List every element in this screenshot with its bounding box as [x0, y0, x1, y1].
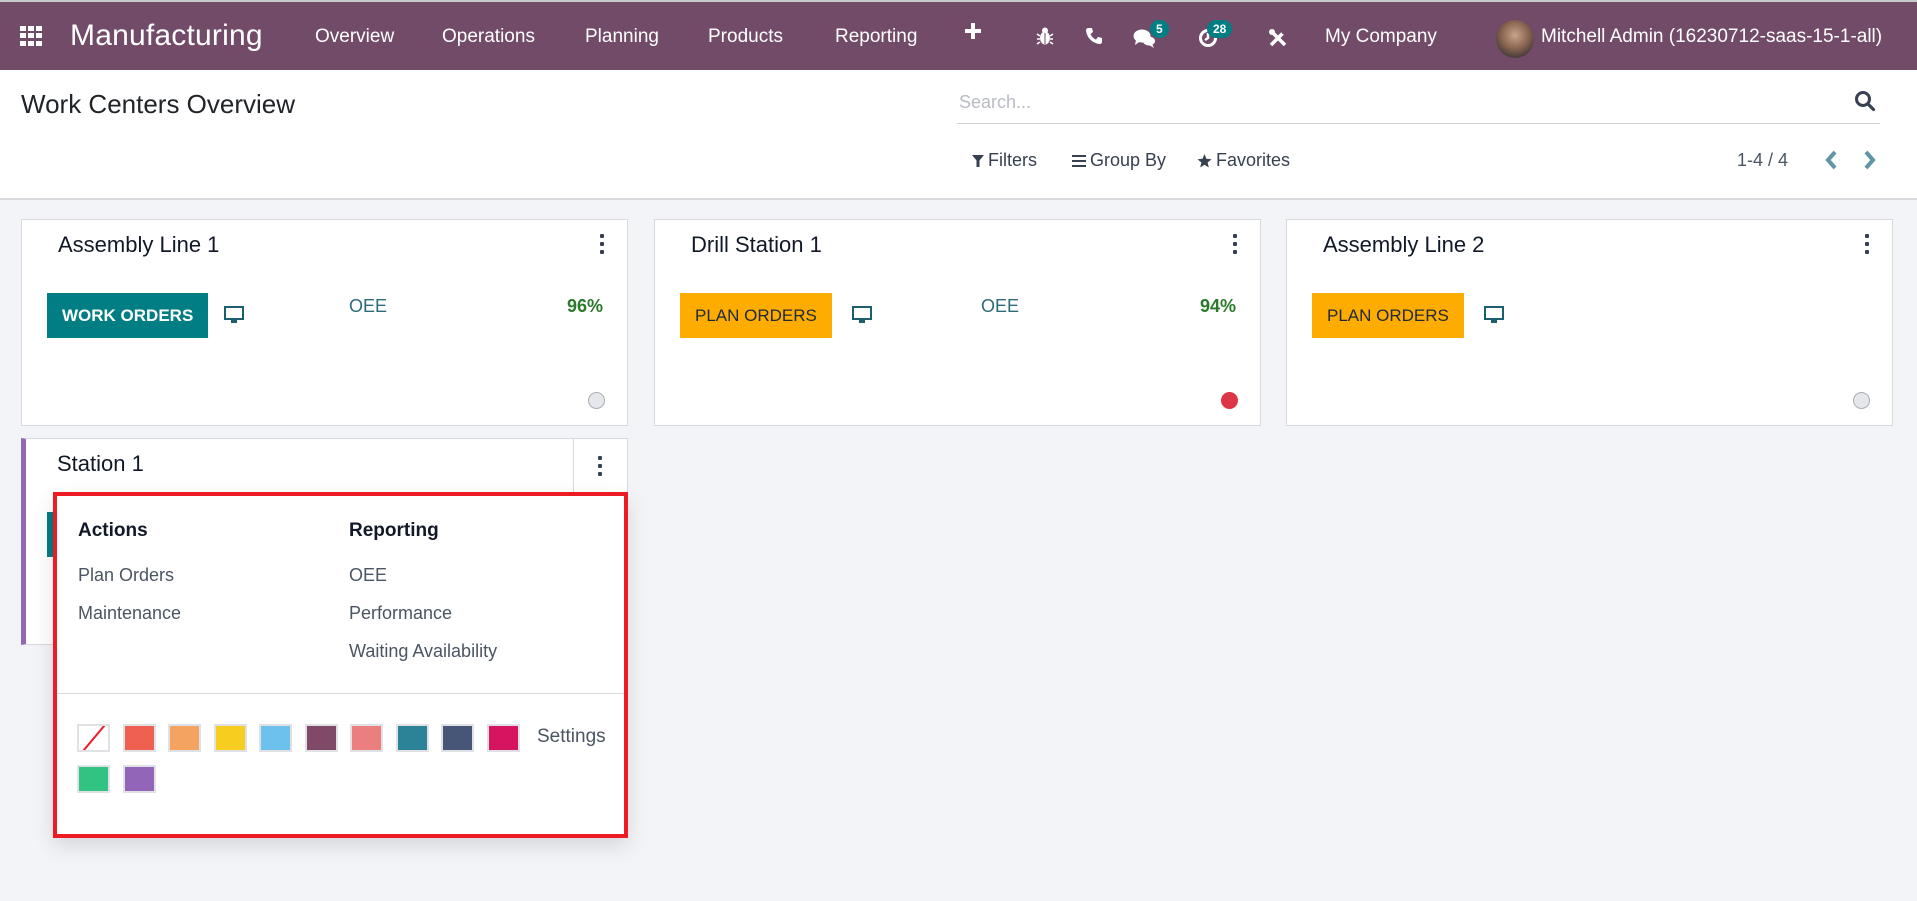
- status-indicator[interactable]: [1221, 392, 1238, 409]
- user-avatar[interactable]: [1496, 20, 1534, 58]
- plan-orders-button[interactable]: PLAN ORDERS: [1312, 293, 1464, 338]
- menu-item-plan-orders[interactable]: Plan Orders: [78, 564, 181, 602]
- menu-products[interactable]: Products: [708, 26, 783, 48]
- bug-icon[interactable]: [1036, 26, 1054, 52]
- color-swatch[interactable]: [77, 765, 110, 793]
- color-swatch[interactable]: [122, 765, 156, 793]
- dropdown-divider: [57, 693, 624, 694]
- star-icon: [1197, 153, 1212, 167]
- search-icon[interactable]: [1854, 90, 1876, 112]
- menu-planning[interactable]: Planning: [585, 26, 659, 48]
- reporting-section: Reporting OEE Performance Waiting Availa…: [349, 520, 497, 678]
- menu-item-maintenance[interactable]: Maintenance: [78, 602, 181, 640]
- menu-operations[interactable]: Operations: [442, 26, 535, 48]
- card-menu-icon[interactable]: [599, 234, 605, 254]
- card-menu-icon[interactable]: [1232, 234, 1238, 254]
- card-menu-icon[interactable]: [597, 456, 603, 476]
- page-title: Work Centers Overview: [21, 89, 296, 119]
- chevron-right-icon[interactable]: [1858, 145, 1882, 175]
- workcenter-card[interactable]: Assembly Line 2 PLAN ORDERS: [1286, 219, 1893, 426]
- search-bar: [957, 82, 1880, 124]
- color-swatch[interactable]: [441, 724, 474, 752]
- card-menu-icon[interactable]: [1864, 234, 1870, 254]
- color-swatch[interactable]: [395, 724, 429, 752]
- monitor-icon[interactable]: [1483, 304, 1505, 326]
- oee-label[interactable]: OEE: [349, 296, 387, 317]
- user-menu[interactable]: Mitchell Admin (16230712-saas-15-1-all): [1541, 26, 1882, 48]
- color-swatch[interactable]: [213, 724, 247, 752]
- reporting-header: Reporting: [349, 520, 439, 541]
- color-swatch[interactable]: [259, 724, 292, 752]
- filter-icon: [972, 154, 984, 167]
- status-indicator[interactable]: [588, 392, 605, 409]
- workcenter-name: Station 1: [57, 451, 144, 476]
- card-dropdown-menu: Actions Plan Orders Maintenance Reportin…: [53, 492, 628, 838]
- card-menu-toggle[interactable]: [573, 439, 627, 493]
- filters-button[interactable]: Filters: [972, 150, 1037, 171]
- group-by-button[interactable]: Group By: [1072, 150, 1166, 171]
- oee-value[interactable]: 96%: [567, 296, 603, 317]
- color-swatch[interactable]: [304, 724, 338, 752]
- plan-orders-button[interactable]: PLAN ORDERS: [680, 293, 832, 338]
- color-swatch[interactable]: [350, 724, 383, 752]
- control-panel: Work Centers Overview Filters Group By F…: [0, 70, 1917, 200]
- color-swatch-none[interactable]: [77, 724, 110, 752]
- phone-icon[interactable]: [1085, 27, 1103, 51]
- menu-overview[interactable]: Overview: [315, 26, 394, 48]
- group-by-label: Group By: [1090, 150, 1167, 170]
- workcenter-card[interactable]: Assembly Line 1 WORK ORDERS OEE 96%: [21, 219, 628, 426]
- favorites-label: Favorites: [1216, 150, 1291, 170]
- actions-header: Actions: [78, 520, 148, 541]
- oee-value[interactable]: 94%: [1200, 296, 1236, 317]
- filters-label: Filters: [988, 150, 1037, 170]
- color-swatch[interactable]: [168, 724, 201, 752]
- settings-link[interactable]: Settings: [537, 726, 606, 748]
- plus-icon[interactable]: [964, 22, 982, 46]
- search-input[interactable]: [959, 88, 1819, 116]
- chevron-left-icon[interactable]: [1819, 145, 1843, 175]
- activities-count-badge: 28: [1207, 20, 1233, 38]
- workcenter-name: Drill Station 1: [691, 232, 822, 257]
- top-navbar: Manufacturing Overview Operations Planni…: [0, 0, 1917, 70]
- menu-reporting[interactable]: Reporting: [835, 26, 917, 48]
- company-switcher[interactable]: My Company: [1325, 26, 1437, 48]
- pager-value[interactable]: 1-4 / 4: [1737, 150, 1788, 171]
- monitor-icon[interactable]: [223, 304, 245, 326]
- color-swatch[interactable]: [486, 724, 520, 752]
- tools-icon[interactable]: [1268, 28, 1288, 54]
- workcenter-card[interactable]: Drill Station 1 PLAN ORDERS OEE 94%: [654, 219, 1261, 426]
- list-icon: [1072, 154, 1086, 167]
- status-indicator[interactable]: [1853, 392, 1870, 409]
- menu-item-performance[interactable]: Performance: [349, 602, 497, 640]
- workcenter-name: Assembly Line 2: [1323, 232, 1485, 257]
- menu-item-oee[interactable]: OEE: [349, 564, 497, 602]
- workcenter-name: Assembly Line 1: [58, 232, 220, 257]
- messages-count-badge: 5: [1150, 20, 1169, 38]
- menu-item-waiting-availability[interactable]: Waiting Availability: [349, 640, 497, 678]
- work-orders-button[interactable]: WORK ORDERS: [47, 293, 209, 338]
- oee-label[interactable]: OEE: [981, 296, 1019, 317]
- actions-section: Actions Plan Orders Maintenance: [78, 520, 181, 640]
- app-name[interactable]: Manufacturing: [70, 19, 263, 53]
- favorites-button[interactable]: Favorites: [1197, 150, 1290, 171]
- apps-grid-icon[interactable]: [20, 26, 46, 46]
- monitor-icon[interactable]: [851, 304, 873, 326]
- color-swatch[interactable]: [122, 724, 156, 752]
